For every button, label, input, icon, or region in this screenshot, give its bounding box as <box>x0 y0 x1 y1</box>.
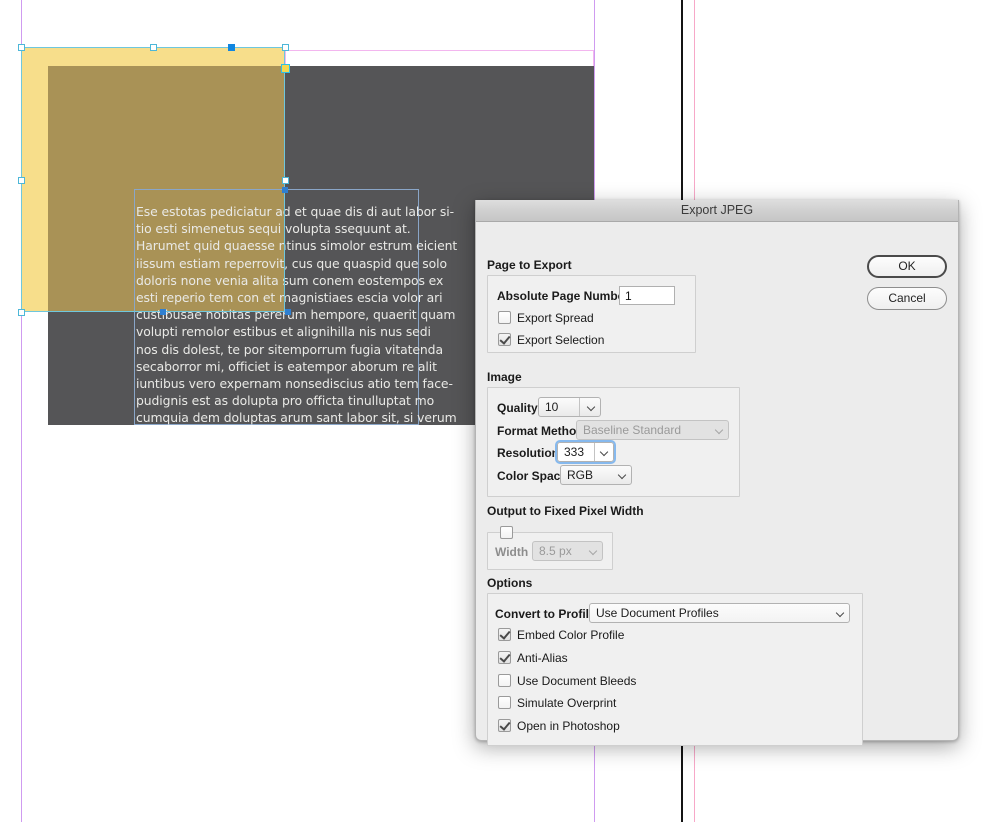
quality-dropdown[interactable]: 10 <box>538 397 601 417</box>
width-dropdown[interactable]: 8.5 px <box>532 541 603 561</box>
simulate-overprint-label: Simulate Overprint <box>517 696 616 710</box>
anti-alias-checkbox[interactable] <box>498 651 511 664</box>
ok-button[interactable]: OK <box>867 255 947 278</box>
absolute-page-number-label: Absolute Page Number <box>497 289 629 303</box>
dialog-body: OK Cancel Page to Export Absolute Page N… <box>476 222 958 741</box>
export-spread-label: Export Spread <box>517 311 594 325</box>
selection-handle-top-left[interactable] <box>18 44 25 51</box>
selection-handle-top-center[interactable] <box>150 44 157 51</box>
width-value: 8.5 px <box>539 542 572 560</box>
use-document-bleeds-checkbox[interactable] <box>498 674 511 687</box>
convert-to-profile-value: Use Document Profiles <box>596 604 719 622</box>
color-space-value: RGB <box>567 466 593 484</box>
quality-divider <box>579 398 580 416</box>
quality-label: Quality <box>497 401 538 415</box>
resolution-dropdown[interactable]: 333 <box>557 442 614 462</box>
export-spread-checkbox[interactable] <box>498 311 511 324</box>
open-in-photoshop-label: Open in Photoshop <box>517 719 620 733</box>
chevron-down-icon <box>588 404 595 411</box>
width-label: Width <box>495 545 528 559</box>
export-jpeg-dialog: Export JPEG OK Cancel Page to Export Abs… <box>475 200 959 741</box>
selection-handle-top-right[interactable] <box>282 44 289 51</box>
resolution-divider <box>594 443 595 461</box>
options-section-label: Options <box>487 576 532 590</box>
chevron-down-icon <box>619 472 626 479</box>
use-document-bleeds-label: Use Document Bleeds <box>517 674 636 688</box>
chevron-down-icon <box>601 449 608 456</box>
fixed-pixel-width-checkbox[interactable] <box>500 526 513 539</box>
text-frame-inport-handle[interactable] <box>285 309 291 315</box>
selection-bounding-box <box>21 47 285 312</box>
format-method-dropdown[interactable]: Baseline Standard <box>576 420 729 440</box>
resolution-value: 333 <box>564 443 584 461</box>
selection-handle-middle-right[interactable] <box>282 177 289 184</box>
chevron-down-icon <box>716 427 723 434</box>
content-grabber-handle[interactable] <box>281 64 290 73</box>
embed-color-profile-checkbox[interactable] <box>498 628 511 641</box>
chevron-down-icon <box>590 548 597 555</box>
export-selection-checkbox[interactable] <box>498 333 511 346</box>
open-in-photoshop-checkbox[interactable] <box>498 719 511 732</box>
text-frame-handle-top[interactable] <box>282 187 288 193</box>
image-section-label: Image <box>487 370 522 384</box>
simulate-overprint-checkbox[interactable] <box>498 696 511 709</box>
format-method-label: Format Method <box>497 424 584 438</box>
resolution-label: Resolution <box>497 446 559 460</box>
fixed-pixel-width-section-label: Output to Fixed Pixel Width <box>487 504 644 518</box>
selection-handle-bottom-left[interactable] <box>18 309 25 316</box>
selection-handle-active[interactable] <box>228 44 235 51</box>
text-frame-handle-bottom[interactable] <box>160 309 166 315</box>
text-frame-outline[interactable] <box>285 50 594 66</box>
format-method-value: Baseline Standard <box>583 421 681 439</box>
export-selection-label: Export Selection <box>517 333 604 347</box>
absolute-page-number-input[interactable]: 1 <box>619 286 675 305</box>
color-space-label: Color Space <box>497 469 567 483</box>
quality-value: 10 <box>545 398 558 416</box>
anti-alias-label: Anti-Alias <box>517 651 568 665</box>
embed-color-profile-label: Embed Color Profile <box>517 628 624 642</box>
selection-handle-middle-left[interactable] <box>18 177 25 184</box>
dialog-title: Export JPEG <box>476 200 958 222</box>
page-to-export-section-label: Page to Export <box>487 258 572 272</box>
convert-to-profile-label: Convert to Profile <box>495 607 596 621</box>
cancel-button[interactable]: Cancel <box>867 287 947 310</box>
convert-to-profile-dropdown[interactable]: Use Document Profiles <box>589 603 850 623</box>
color-space-dropdown[interactable]: RGB <box>560 465 632 485</box>
chevron-down-icon <box>837 610 844 617</box>
